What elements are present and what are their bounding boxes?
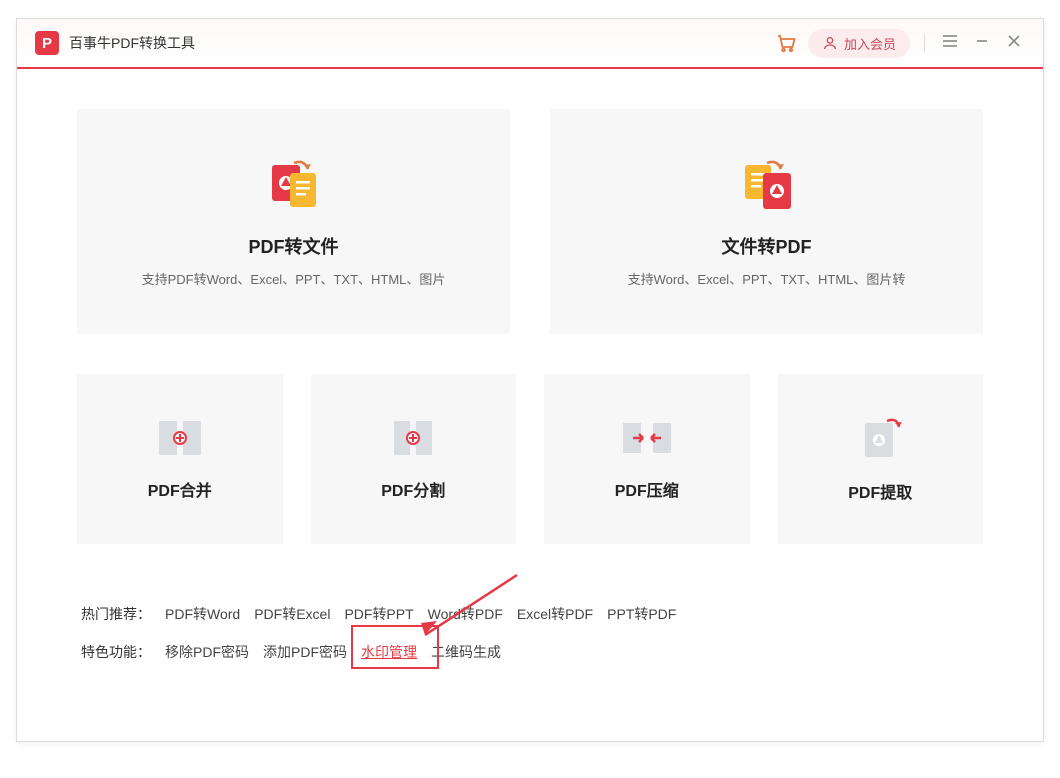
card-title: PDF转文件 [249, 233, 339, 259]
minimize-button[interactable] [971, 34, 993, 53]
pdf-compress-card[interactable]: PDF压缩 [544, 374, 750, 544]
card-title: 文件转PDF [722, 233, 812, 259]
content-area: PDF转文件 支持PDF转Word、Excel、PPT、TXT、HTML、图片 … [17, 69, 1043, 662]
card-title: PDF提取 [848, 479, 912, 503]
pdf-to-file-icon [264, 155, 324, 215]
pdf-merge-card[interactable]: PDF合并 [77, 374, 283, 544]
feature-links-row: 特色功能： 移除PDF密码 添加PDF密码 水印管理 二维码生成 [81, 642, 979, 662]
card-title: PDF压缩 [615, 477, 679, 501]
titlebar: P 百事牛PDF转换工具 加入会员 [17, 19, 1043, 69]
close-button[interactable] [1003, 34, 1025, 53]
card-title: PDF分割 [381, 477, 445, 501]
compress-icon [619, 417, 675, 459]
divider [924, 34, 925, 52]
bottom-links: 热门推荐： PDF转Word PDF转Excel PDF转PPT Word转PD… [77, 604, 983, 662]
join-member-button[interactable]: 加入会员 [808, 29, 910, 58]
feature-link-watermark[interactable]: 水印管理 [361, 642, 417, 662]
card-desc: 支持PDF转Word、Excel、PPT、TXT、HTML、图片 [142, 269, 446, 288]
extract-icon [855, 415, 905, 461]
pdf-extract-card[interactable]: PDF提取 [778, 374, 984, 544]
file-to-pdf-card[interactable]: 文件转PDF 支持Word、Excel、PPT、TXT、HTML、图片转 [550, 109, 983, 334]
split-icon [388, 417, 438, 459]
pdf-to-file-card[interactable]: PDF转文件 支持PDF转Word、Excel、PPT、TXT、HTML、图片 [77, 109, 510, 334]
menu-icon[interactable] [939, 34, 961, 53]
card-desc: 支持Word、Excel、PPT、TXT、HTML、图片转 [628, 269, 906, 288]
feature-label: 特色功能： [81, 642, 151, 662]
hot-link[interactable]: PDF转PPT [344, 604, 413, 624]
hot-label: 热门推荐： [81, 604, 151, 624]
app-title: 百事牛PDF转换工具 [69, 33, 195, 53]
hot-link[interactable]: Word转PDF [428, 604, 503, 624]
app-logo-icon: P [35, 31, 59, 55]
titlebar-right: 加入会员 [774, 29, 1025, 58]
small-cards-row: PDF合并 PDF分割 PDF压缩 [77, 374, 983, 544]
hot-links-row: 热门推荐： PDF转Word PDF转Excel PDF转PPT Word转PD… [81, 604, 979, 624]
member-label: 加入会员 [844, 34, 896, 53]
hot-link[interactable]: Excel转PDF [517, 604, 593, 624]
merge-icon [155, 417, 205, 459]
app-window: P 百事牛PDF转换工具 加入会员 [16, 18, 1044, 742]
feature-link[interactable]: 二维码生成 [431, 642, 501, 662]
cart-icon[interactable] [774, 31, 798, 55]
hot-link[interactable]: PPT转PDF [607, 604, 676, 624]
pdf-split-card[interactable]: PDF分割 [311, 374, 517, 544]
hot-link[interactable]: PDF转Excel [254, 604, 330, 624]
hot-link[interactable]: PDF转Word [165, 604, 240, 624]
file-to-pdf-icon [737, 155, 797, 215]
feature-link[interactable]: 添加PDF密码 [263, 642, 347, 662]
main-cards-row: PDF转文件 支持PDF转Word、Excel、PPT、TXT、HTML、图片 … [77, 109, 983, 334]
user-icon [822, 35, 838, 51]
feature-link[interactable]: 移除PDF密码 [165, 642, 249, 662]
card-title: PDF合并 [148, 477, 212, 501]
